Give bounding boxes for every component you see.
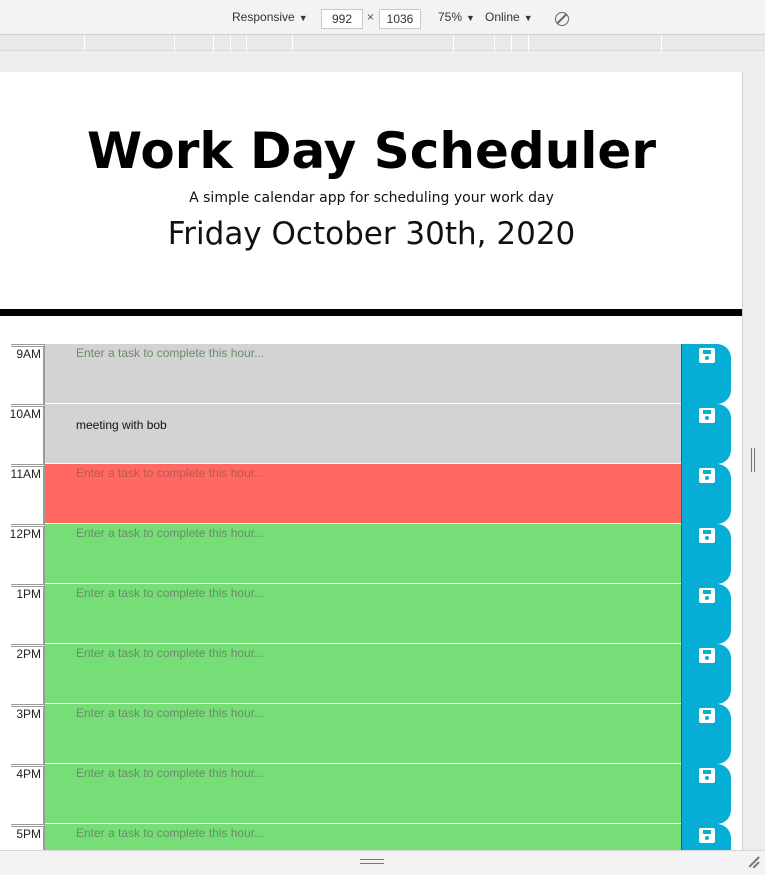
time-block-row: 1PM Enter a task to complete this hour... (0, 584, 742, 644)
hour-label-text: 11AM (10, 467, 41, 481)
media-query-ruler[interactable] (0, 35, 765, 51)
hour-label: 5PM (11, 824, 45, 850)
task-description-textarea[interactable]: meeting with bob (45, 404, 681, 464)
save-button[interactable] (681, 584, 731, 644)
floppy-disk-icon (699, 768, 715, 783)
ruler-tick (174, 35, 175, 51)
floppy-disk-icon (699, 648, 715, 663)
floppy-disk-icon (699, 408, 715, 423)
ruler-tick (494, 35, 495, 51)
devtools-device-toolbar: Responsive ▼ 992 × 1036 75% ▼ Online ▼ (0, 0, 765, 35)
page-title: Work Day Scheduler (87, 122, 656, 180)
hour-label-text: 3PM (16, 707, 41, 721)
save-button[interactable] (681, 344, 731, 404)
hour-label: 4PM (11, 764, 45, 824)
floppy-disk-icon (699, 828, 715, 843)
time-block-row: 11AM Enter a task to complete this hour..… (0, 464, 742, 524)
time-block-row: 9AM Enter a task to complete this hour... (0, 344, 742, 404)
zoom-select-label: 75% (438, 10, 463, 24)
network-throttle-select[interactable]: Online ▼ (485, 10, 533, 24)
zoom-select[interactable]: 75% ▼ (438, 10, 475, 24)
hour-label-text: 5PM (16, 827, 41, 841)
scheduler-header: Work Day Scheduler A simple calendar app… (0, 72, 742, 316)
rotate-disabled-icon[interactable] (555, 12, 569, 26)
hour-label: 1PM (11, 584, 45, 644)
ruler-tick (661, 35, 662, 51)
page-subtitle: A simple calendar app for scheduling you… (189, 190, 554, 206)
task-description-textarea[interactable]: Enter a task to complete this hour... (45, 584, 681, 644)
network-throttle-label: Online (485, 10, 520, 24)
time-block-row: 10AM meeting with bob (0, 404, 742, 464)
hour-label: 12PM (9, 524, 45, 584)
ruler-tick (292, 35, 293, 51)
task-description-textarea[interactable]: Enter a task to complete this hour... (45, 344, 681, 404)
floppy-disk-icon (699, 348, 715, 363)
hour-label-text: 2PM (16, 647, 41, 661)
time-block-row: 5PM Enter a task to complete this hour... (0, 824, 742, 850)
task-description-textarea[interactable]: Enter a task to complete this hour... (45, 704, 681, 764)
floppy-disk-icon (699, 528, 715, 543)
hour-label: 3PM (11, 704, 45, 764)
time-block-row: 3PM Enter a task to complete this hour... (0, 704, 742, 764)
floppy-disk-icon (699, 588, 715, 603)
caret-down-icon: ▼ (523, 13, 533, 23)
ruler-tick (84, 35, 85, 51)
caret-down-icon: ▼ (298, 13, 308, 23)
time-block-row: 2PM Enter a task to complete this hour... (0, 644, 742, 704)
save-button[interactable] (681, 404, 731, 464)
devtools-bottom-bar (0, 850, 765, 875)
device-select[interactable]: Responsive ▼ (232, 10, 308, 24)
ruler-tick (511, 35, 512, 51)
task-description-textarea[interactable]: Enter a task to complete this hour... (45, 524, 681, 584)
vertical-resize-handle[interactable] (751, 448, 755, 472)
task-description-textarea[interactable]: Enter a task to complete this hour... (45, 764, 681, 824)
ruler-tick (230, 35, 231, 51)
hour-label-text: 1PM (16, 587, 41, 601)
hour-label: 2PM (11, 644, 45, 704)
corner-resize-icon[interactable] (746, 855, 760, 869)
save-button[interactable] (681, 704, 731, 764)
save-button[interactable] (681, 524, 731, 584)
hour-label: 10AM (9, 404, 45, 464)
task-description-textarea[interactable]: Enter a task to complete this hour... (45, 824, 681, 850)
save-button[interactable] (681, 824, 731, 850)
current-day: Friday October 30th, 2020 (167, 216, 576, 252)
time-block-row: 4PM Enter a task to complete this hour... (0, 764, 742, 824)
floppy-disk-icon (699, 708, 715, 723)
task-description-textarea[interactable]: Enter a task to complete this hour... (45, 464, 681, 524)
save-button[interactable] (681, 764, 731, 824)
ruler-tick (213, 35, 214, 51)
time-block-list: 9AM Enter a task to complete this hour...… (0, 344, 742, 850)
time-block-row: 12PM Enter a task to complete this hour..… (0, 524, 742, 584)
save-button[interactable] (681, 464, 731, 524)
ruler-tick (246, 35, 247, 51)
horizontal-resize-handle[interactable] (360, 859, 384, 864)
hour-label-text: 10AM (9, 407, 41, 421)
hour-label-text: 9AM (16, 347, 41, 361)
emulated-viewport: Work Day Scheduler A simple calendar app… (0, 72, 743, 850)
save-button[interactable] (681, 644, 731, 704)
hour-label: 9AM (11, 344, 45, 404)
caret-down-icon: ▼ (466, 13, 475, 23)
device-select-label: Responsive (232, 10, 295, 24)
hour-label-text: 4PM (16, 767, 41, 781)
hour-label-text: 12PM (9, 527, 41, 541)
ruler-tick (528, 35, 529, 51)
floppy-disk-icon (699, 468, 715, 483)
viewport-width-input[interactable]: 992 (321, 9, 363, 29)
task-description-textarea[interactable]: Enter a task to complete this hour... (45, 644, 681, 704)
viewport-height-input[interactable]: 1036 (379, 9, 421, 29)
dimension-separator: × (367, 10, 375, 24)
hour-label: 11AM (11, 464, 45, 524)
ruler-tick (453, 35, 454, 51)
